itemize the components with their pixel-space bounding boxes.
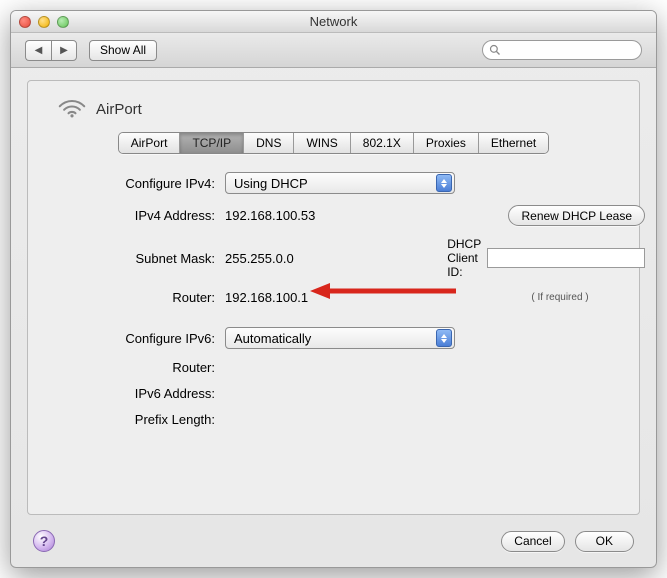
tab-proxies[interactable]: Proxies <box>414 133 479 153</box>
tab-ethernet[interactable]: Ethernet <box>479 133 548 153</box>
label-configure-ipv4: Configure IPv4: <box>50 176 215 191</box>
label-dhcp-client-id: DHCP Client ID: <box>447 237 481 279</box>
label-prefix-length: Prefix Length: <box>50 412 215 427</box>
tab-8021x[interactable]: 802.1X <box>351 133 414 153</box>
bottom-bar: ? Cancel OK <box>11 515 656 567</box>
show-all-button[interactable]: Show All <box>89 40 157 61</box>
label-ipv6-address: IPv6 Address: <box>50 386 215 401</box>
renew-dhcp-button[interactable]: Renew DHCP Lease <box>508 205 645 226</box>
tab-wins[interactable]: WINS <box>294 133 350 153</box>
renew-dhcp-label: Renew DHCP Lease <box>521 209 632 223</box>
show-all-label: Show All <box>100 43 146 57</box>
close-icon[interactable] <box>19 16 31 28</box>
label-router: Router: <box>50 290 215 305</box>
titlebar: Network <box>11 11 656 33</box>
back-button[interactable]: ◀ <box>25 40 51 61</box>
forward-button[interactable]: ▶ <box>51 40 77 61</box>
configure-ipv6-value: Automatically <box>234 331 311 346</box>
label-ipv6-router: Router: <box>50 360 215 375</box>
help-button[interactable]: ? <box>33 530 55 552</box>
tab-tcpip[interactable]: TCP/IP <box>180 133 244 153</box>
value-ipv4-address: 192.168.100.53 <box>225 208 465 223</box>
network-prefs-window: Network ◀ ▶ Show All <box>10 10 657 568</box>
value-router: 192.168.100.1 <box>225 290 465 305</box>
minimize-icon[interactable] <box>38 16 50 28</box>
value-subnet-mask: 255.255.0.0 <box>225 251 465 266</box>
label-configure-ipv6: Configure IPv6: <box>50 331 215 346</box>
window-title: Network <box>11 14 656 29</box>
configure-ipv6-select[interactable]: Automatically <box>225 327 455 349</box>
label-subnet-mask: Subnet Mask: <box>50 251 215 266</box>
search-input[interactable] <box>482 40 642 60</box>
if-required-note: ( If required ) <box>475 292 645 303</box>
label-ipv4-address: IPv4 Address: <box>50 208 215 223</box>
tcpip-sheet: AirPort AirPortTCP/IPDNSWINS802.1XProxie… <box>27 80 640 515</box>
dhcp-client-id-input[interactable] <box>487 248 645 268</box>
cancel-button[interactable]: Cancel <box>501 531 564 552</box>
configure-ipv4-value: Using DHCP <box>234 176 308 191</box>
airport-icon <box>58 97 86 122</box>
tab-airport[interactable]: AirPort <box>119 133 181 153</box>
configure-ipv4-select[interactable]: Using DHCP <box>225 172 455 194</box>
toolbar: ◀ ▶ Show All <box>11 33 656 68</box>
zoom-icon[interactable] <box>57 16 69 28</box>
sheet-title: AirPort <box>96 101 142 118</box>
chevron-updown-icon <box>436 174 452 192</box>
cancel-label: Cancel <box>514 534 551 548</box>
tab-dns[interactable]: DNS <box>244 133 294 153</box>
ok-label: OK <box>596 534 613 548</box>
help-label: ? <box>40 533 49 549</box>
chevron-updown-icon <box>436 329 452 347</box>
tab-bar: AirPortTCP/IPDNSWINS802.1XProxiesEtherne… <box>118 132 549 154</box>
search-icon <box>489 44 501 56</box>
ok-button[interactable]: OK <box>575 531 634 552</box>
